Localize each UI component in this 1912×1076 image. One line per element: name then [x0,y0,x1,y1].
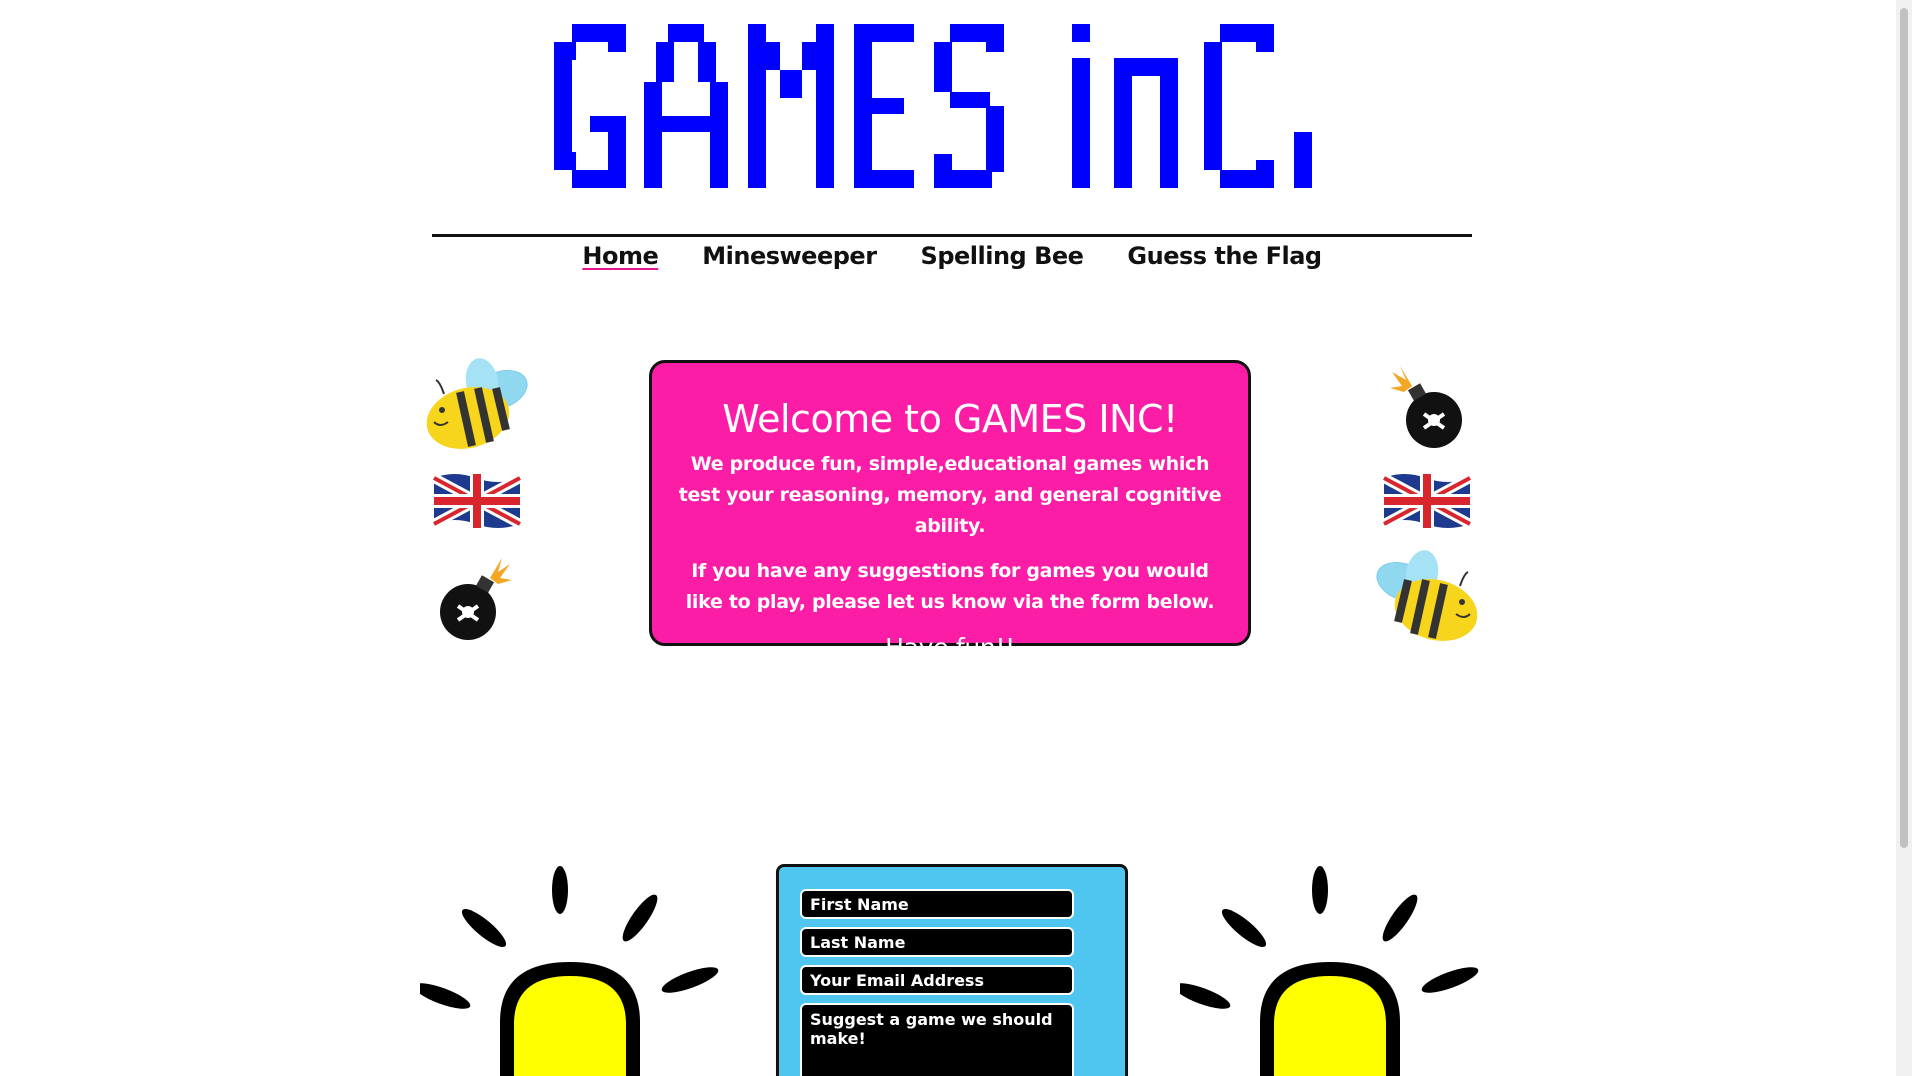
welcome-closing-text: Have fun!! [885,633,1015,662]
bomb-icon [436,554,512,642]
logo-pixel-art [554,24,1312,188]
nav-minesweeper-link[interactable]: Minesweeper [702,236,877,276]
last-name-input[interactable] [800,927,1074,957]
scrollbar-thumb[interactable] [1900,8,1908,848]
bee-icon [1372,548,1484,652]
nav-spelling-bee-link[interactable]: Spelling Bee [921,236,1084,276]
bomb-icon [1390,362,1470,450]
lightbulb-icon [1180,862,1480,1076]
welcome-intro-text: We produce fun, simple,educational games… [678,453,1222,537]
welcome-title: Welcome to GAMES INC! [722,397,1178,441]
site-logo[interactable]: GAMES INC. [540,14,1360,204]
nav-guess-the-flag-link[interactable]: Guess the Flag [1127,236,1322,276]
page-scrollbar[interactable] [1896,0,1912,1076]
nav-home-link[interactable]: Home [582,236,658,276]
union-jack-flag-icon [430,470,524,532]
email-input[interactable] [800,965,1074,995]
welcome-card: Welcome to GAMES INC! We produce fun, si… [649,360,1251,662]
first-name-input[interactable] [800,889,1074,919]
welcome-suggestion-text: If you have any suggestions for games yo… [685,560,1215,613]
main-nav: Home Minesweeper Spelling Bee Guess the … [432,236,1472,276]
page: GAMES INC. [0,0,1912,1076]
suggestion-form [776,864,1128,1076]
game-suggestion-textarea[interactable] [800,1003,1074,1076]
bee-icon [420,356,532,460]
union-jack-flag-icon [1380,470,1474,532]
lightbulb-icon [420,862,720,1076]
